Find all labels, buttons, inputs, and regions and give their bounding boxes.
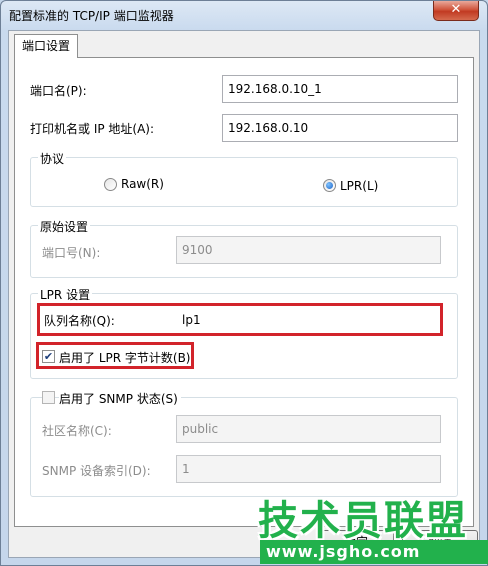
watermark-logo: 技术员联盟 www.jsgho.com	[252, 488, 488, 566]
device-index-field[interactable]: 1	[176, 455, 441, 483]
protocol-group-title: 协议	[38, 150, 67, 167]
port-number-field[interactable]: 9100	[176, 236, 441, 264]
port-name-field[interactable]: 192.168.0.10_1	[222, 75, 458, 103]
close-button[interactable]: ✕	[433, 1, 479, 21]
window-title: 配置标准的 TCP/IP 端口监视器	[9, 9, 174, 23]
watermark-brand: 技术员联盟	[258, 498, 468, 544]
queue-highlight-box	[37, 303, 443, 336]
host-label: 打印机名或 IP 地址(A):	[30, 122, 155, 136]
community-field[interactable]: public	[176, 415, 441, 443]
snmp-checkbox[interactable]	[42, 391, 55, 404]
lpr-settings-title: LPR 设置	[38, 286, 93, 303]
tab-port-settings[interactable]: 端口设置	[14, 34, 78, 58]
close-icon: ✕	[450, 2, 462, 17]
port-number-label: 端口号(N):	[42, 246, 101, 260]
lpr-radio-label[interactable]: LPR(L)	[340, 179, 378, 193]
host-field[interactable]: 192.168.0.10	[222, 114, 458, 142]
protocol-group	[30, 157, 458, 207]
watermark-url: www.jsgho.com	[260, 540, 488, 564]
raw-settings-title: 原始设置	[38, 218, 91, 235]
byte-count-highlight-box	[36, 342, 194, 369]
community-label: 社区名称(C):	[42, 424, 112, 438]
port-name-label: 端口名(P):	[30, 84, 87, 98]
device-index-label: SNMP 设备索引(D):	[42, 464, 151, 478]
lpr-radio[interactable]	[323, 179, 336, 192]
raw-radio-label[interactable]: Raw(R)	[121, 177, 164, 191]
snmp-enable-label[interactable]: 启用了 SNMP 状态(S)	[59, 390, 181, 407]
raw-radio[interactable]	[104, 178, 117, 191]
